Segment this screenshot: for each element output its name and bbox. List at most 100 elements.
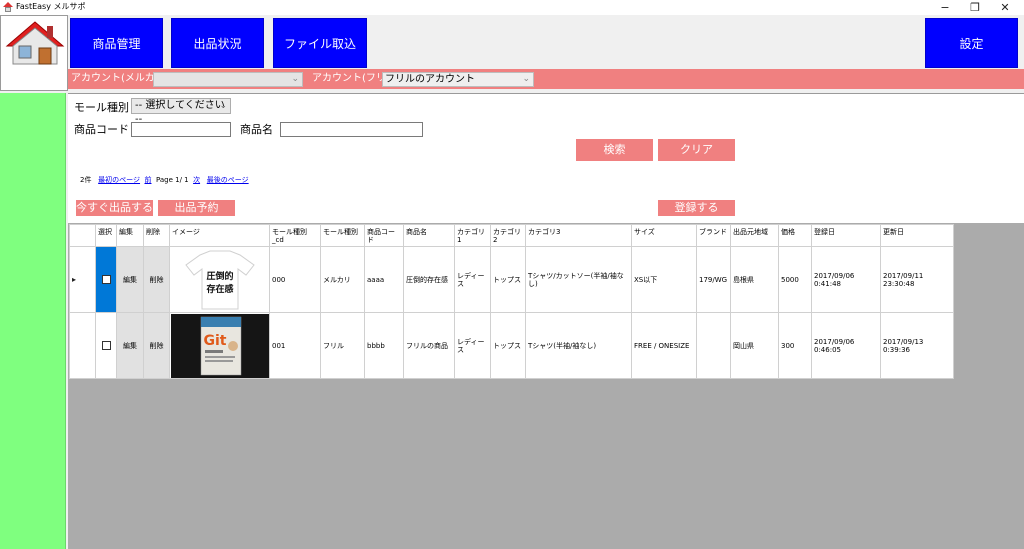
col-header-updated[interactable]: 更新日: [880, 224, 954, 247]
register-button[interactable]: 登録する: [658, 200, 735, 216]
col-header-select[interactable]: 選択: [95, 224, 117, 247]
updated-cell: 2017/09/13 0:39:36: [880, 312, 954, 379]
select-cell[interactable]: [95, 246, 117, 313]
last-page-link[interactable]: 最後のページ: [207, 176, 249, 184]
home-button[interactable]: [0, 15, 68, 91]
col-header-mall[interactable]: モール種別: [320, 224, 365, 247]
name-cell: フリルの商品: [403, 312, 455, 379]
price-cell: 300: [778, 312, 812, 379]
table-header-row: 選択 編集 削除 イメージ モール種別_cd モール種別 商品コード 商品名 カ…: [69, 224, 954, 247]
page-info: Page 1/ 1: [155, 176, 189, 184]
tshirt-image: 圧倒的 存在感: [172, 249, 268, 311]
row-header-corner: [69, 224, 96, 247]
chevron-down-icon: ⌄: [219, 101, 227, 111]
cat3-cell: Tシャツ(半袖/袖なし): [525, 312, 632, 379]
mall-cell: フリル: [320, 312, 365, 379]
code-cell: bbbb: [364, 312, 404, 379]
file-import-button[interactable]: ファイル取込: [273, 18, 367, 68]
size-cell: XS以下: [631, 246, 697, 313]
window-title: FastEasy メルサポ: [16, 2, 86, 11]
product-table: 選択 編集 削除 イメージ モール種別_cd モール種別 商品コード 商品名 カ…: [69, 224, 954, 379]
col-header-created[interactable]: 登録日: [811, 224, 881, 247]
left-sidebar: [0, 93, 66, 549]
cat3-cell: Tシャツ/カットソー(半袖/袖なし): [525, 246, 632, 313]
col-header-cat2[interactable]: カテゴリ2: [490, 224, 526, 247]
cat2-cell: トップス: [490, 312, 526, 379]
col-header-image[interactable]: イメージ: [169, 224, 270, 247]
clear-button[interactable]: クリア: [658, 139, 735, 161]
col-header-brand[interactable]: ブランド: [696, 224, 731, 247]
first-page-link[interactable]: 最初のページ: [98, 176, 140, 184]
product-code-input[interactable]: [131, 122, 231, 137]
col-header-cat1[interactable]: カテゴリ1: [454, 224, 491, 247]
title-bar: FastEasy メルサポ − ❐ ✕: [0, 0, 1024, 15]
table-row[interactable]: ▸ 編集 削除 圧倒的 存在感 000 メルカリ aaaa 圧倒的存在感 レディ…: [69, 246, 954, 313]
tshirt-print-line1: 圧倒的: [206, 270, 233, 282]
chevron-down-icon: ⌄: [291, 74, 299, 84]
fril-account-value: フリルのアカウント: [385, 74, 475, 85]
edit-button[interactable]: 編集: [116, 246, 144, 313]
region-cell: 岡山県: [730, 312, 779, 379]
product-management-button[interactable]: 商品管理: [70, 18, 163, 68]
col-header-name[interactable]: 商品名: [403, 224, 455, 247]
tshirt-print-line2: 存在感: [206, 283, 233, 295]
next-page-link[interactable]: 次: [193, 176, 200, 184]
close-button[interactable]: ✕: [990, 0, 1020, 15]
col-header-size[interactable]: サイズ: [631, 224, 697, 247]
search-button[interactable]: 検索: [576, 139, 653, 161]
col-header-code[interactable]: 商品コード: [364, 224, 404, 247]
region-cell: 島根県: [730, 246, 779, 313]
product-image: Git: [169, 312, 270, 379]
brand-cell: 179/WG: [696, 246, 731, 313]
result-count: 2件: [80, 176, 92, 184]
mall-cell: メルカリ: [320, 246, 365, 313]
mall-cd-cell: 001: [269, 312, 321, 379]
size-cell: FREE / ONESIZE: [631, 312, 697, 379]
cat1-cell: レディース: [454, 246, 491, 313]
created-cell: 2017/09/06 0:41:48: [811, 246, 881, 313]
app-house-icon: [3, 2, 13, 12]
book-cover-title: Git: [203, 333, 226, 349]
current-row-indicator: ▸: [69, 246, 96, 313]
account-bar: アカウント(メルカリ) ⌄ アカウント(フリル) フリルのアカウント ⌄: [68, 69, 1024, 89]
listing-status-button[interactable]: 出品状況: [171, 18, 264, 68]
created-cell: 2017/09/06 0:46:05: [811, 312, 881, 379]
chevron-down-icon: ⌄: [522, 74, 530, 84]
col-header-mall-cd[interactable]: モール種別_cd: [269, 224, 321, 247]
col-header-cat3[interactable]: カテゴリ3: [525, 224, 632, 247]
product-name-label: 商品名: [240, 123, 273, 136]
row-select-checkbox[interactable]: [101, 275, 111, 284]
delete-button[interactable]: 削除: [143, 246, 170, 313]
table-row[interactable]: 編集 削除 Git 001 フリル bbbb フリルの商品 レディース トップス…: [69, 312, 954, 379]
col-header-price[interactable]: 価格: [778, 224, 812, 247]
schedule-listing-button[interactable]: 出品予約: [158, 200, 235, 216]
list-now-button[interactable]: 今すぐ出品する: [76, 200, 153, 216]
product-name-input[interactable]: [280, 122, 423, 137]
app-window: FastEasy メルサポ − ❐ ✕ 商品管理 出品状況 ファイル取込 設定 …: [0, 0, 1024, 549]
fril-account-select[interactable]: フリルのアカウント ⌄: [382, 72, 534, 87]
edit-button[interactable]: 編集: [116, 312, 144, 379]
mall-cd-cell: 000: [269, 246, 321, 313]
home-icon: [5, 21, 65, 65]
col-header-region[interactable]: 出品元地域: [730, 224, 779, 247]
code-cell: aaaa: [364, 246, 404, 313]
delete-button[interactable]: 削除: [143, 312, 170, 379]
settings-button[interactable]: 設定: [925, 18, 1018, 68]
col-header-edit[interactable]: 編集: [116, 224, 144, 247]
minimize-button[interactable]: −: [930, 0, 960, 15]
row-header: [69, 312, 96, 379]
brand-cell: [696, 312, 731, 379]
updated-cell: 2017/09/11 23:30:48: [880, 246, 954, 313]
pager: 2件 最初のページ 前 Page 1/ 1 次 最後のページ: [80, 176, 249, 185]
col-header-delete[interactable]: 削除: [143, 224, 170, 247]
prev-page-link[interactable]: 前: [144, 176, 151, 184]
price-cell: 5000: [778, 246, 812, 313]
mall-type-label: モール種別: [74, 101, 129, 114]
mall-type-select[interactable]: -- 選択してください -- ⌄: [131, 98, 231, 125]
mercari-account-select[interactable]: ⌄: [153, 72, 303, 87]
select-cell[interactable]: [95, 312, 117, 379]
product-code-label: 商品コード: [74, 123, 129, 136]
product-image: 圧倒的 存在感: [169, 246, 270, 313]
row-select-checkbox[interactable]: [101, 341, 111, 350]
maximize-button[interactable]: ❐: [960, 0, 990, 15]
